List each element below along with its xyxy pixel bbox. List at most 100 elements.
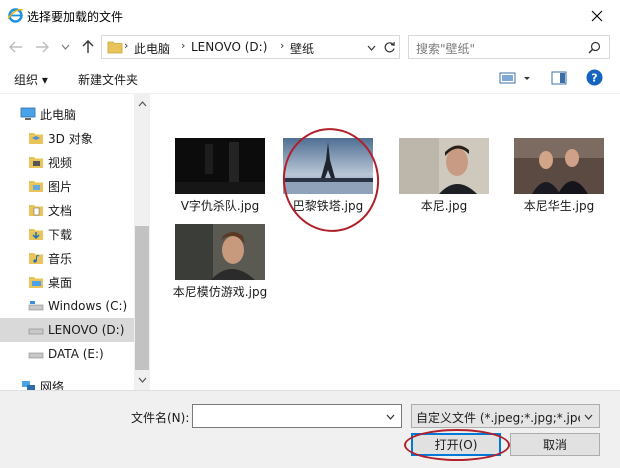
3d-objects-icon (29, 133, 43, 144)
sidebar-item-label: 3D 对象 (48, 131, 93, 146)
sidebar-item-videos[interactable]: 视频 (0, 150, 134, 174)
pictures-folder-icon (29, 181, 43, 192)
navigation-pane-scrollbar[interactable] (134, 94, 150, 390)
sidebar-item-label: 音乐 (48, 251, 73, 266)
sidebar-item-label: 文档 (48, 203, 73, 218)
window-title: 选择要加载的文件 (27, 10, 124, 24)
file-item-eiffel-tower[interactable]: 巴黎铁塔.jpg (276, 138, 380, 214)
file-name: 本尼模仿游戏.jpg (172, 285, 268, 299)
filename-combobox[interactable] (192, 404, 402, 428)
sidebar-item-network[interactable]: 网络 (0, 374, 134, 390)
drive-icon (28, 352, 44, 359)
computer-icon (20, 107, 36, 120)
address-bar[interactable]: › 此电脑 › LENOVO (D:) › 壁纸 (101, 35, 400, 59)
sidebar-item-label: 图片 (48, 179, 73, 194)
filename-label: 文件名(N): (131, 411, 190, 425)
file-name: 本尼华生.jpg (523, 199, 595, 213)
close-button[interactable] (574, 0, 620, 31)
forward-button[interactable] (32, 36, 52, 58)
search-box[interactable]: 搜索"壁纸" (408, 35, 610, 59)
file-item-benny-watson[interactable]: 本尼华生.jpg (507, 138, 611, 214)
up-button[interactable] (78, 36, 98, 58)
drive-icon (28, 328, 44, 335)
image-thumbnail (399, 138, 489, 194)
scroll-up-button[interactable] (134, 96, 150, 112)
image-thumbnail (283, 138, 373, 194)
refresh-icon[interactable] (383, 41, 396, 54)
chevron-down-icon (584, 414, 593, 420)
sidebar-item-label: 网络 (40, 379, 65, 391)
chevron-down-icon (61, 44, 69, 50)
sidebar-item-pictures[interactable]: 图片 (0, 174, 134, 198)
view-options-icon (499, 72, 530, 84)
file-name: 本尼.jpg (420, 199, 468, 213)
command-toolbar: 组织 ▾ 新建文件夹 ? (0, 62, 620, 94)
help-icon: ? (586, 69, 603, 86)
cancel-button-label: 取消 (542, 438, 567, 452)
navigation-bar: › 此电脑 › LENOVO (D:) › 壁纸 搜索"壁纸" (0, 32, 620, 62)
cancel-button[interactable]: 取消 (510, 433, 600, 456)
forward-arrow-icon (36, 41, 49, 53)
file-list: V字仇杀队.jpg 巴黎铁塔.jpg 本尼.jpg 本尼华生.jpg 本尼模仿游… (150, 94, 620, 390)
video-folder-icon (29, 157, 43, 168)
file-item-imitation-game[interactable]: 本尼模仿游戏.jpg (168, 224, 272, 300)
navigation-pane: 此电脑 3D 对象 视频 图片 文档 下载 音乐 桌面 Windows (C:)… (0, 94, 150, 390)
up-arrow-icon (82, 40, 94, 53)
desktop-folder-icon (29, 277, 43, 288)
image-thumbnail (175, 224, 265, 280)
sidebar-item-label: LENOVO (D:) (48, 323, 125, 337)
sidebar-item-label: Windows (C:) (48, 299, 128, 313)
network-icon (22, 381, 35, 390)
breadcrumb-item-this-pc[interactable]: 此电脑 (134, 40, 170, 57)
image-thumbnail (175, 138, 265, 194)
back-button[interactable] (6, 36, 26, 58)
search-icon[interactable] (588, 41, 601, 54)
image-thumbnail (514, 138, 604, 194)
chevron-down-icon (138, 377, 146, 383)
title-bar: 选择要加载的文件 (0, 0, 620, 32)
scroll-down-button[interactable] (134, 372, 150, 388)
dialog-footer: 文件名(N): 自定义文件 (*.jpeg;*.jpg;*.jpe;* 打开(O… (0, 390, 620, 468)
sidebar-item-this-pc[interactable]: 此电脑 (0, 102, 134, 126)
chevron-up-icon (138, 101, 146, 107)
sidebar-item-downloads[interactable]: 下载 (0, 222, 134, 246)
file-type-filter-value: 自定义文件 (*.jpeg;*.jpg;*.jpe;* (416, 411, 580, 425)
file-item-v-for-vendetta[interactable]: V字仇杀队.jpg (168, 138, 272, 214)
sidebar-item-lenovo-d[interactable]: LENOVO (D:) (0, 318, 134, 342)
internet-explorer-icon (7, 8, 24, 23)
folder-icon (107, 41, 123, 54)
sidebar-item-3d-objects[interactable]: 3D 对象 (0, 126, 134, 150)
chevron-down-icon[interactable] (386, 414, 395, 420)
file-type-filter[interactable]: 自定义文件 (*.jpeg;*.jpg;*.jpe;* (411, 404, 600, 428)
open-button[interactable]: 打开(O) (411, 433, 501, 456)
breadcrumb-item-drive[interactable]: LENOVO (D:) (191, 40, 267, 54)
open-button-label: 打开(O) (434, 438, 478, 452)
svg-text:?: ? (591, 72, 597, 85)
help-button[interactable]: ? (586, 69, 603, 86)
scrollbar-thumb[interactable] (135, 226, 149, 370)
filename-input[interactable] (197, 406, 377, 426)
new-folder-button[interactable]: 新建文件夹 (78, 71, 138, 88)
drive-icon (28, 301, 44, 311)
close-icon (591, 10, 603, 21)
sidebar-item-windows-c[interactable]: Windows (C:) (0, 294, 134, 318)
view-options-button[interactable] (498, 70, 534, 86)
file-item-benny[interactable]: 本尼.jpg (392, 138, 496, 214)
sidebar-item-desktop[interactable]: 桌面 (0, 270, 134, 294)
sidebar-item-label: DATA (E:) (48, 347, 104, 361)
sidebar-item-documents[interactable]: 文档 (0, 198, 134, 222)
sidebar-item-label: 此电脑 (40, 107, 77, 122)
recent-locations-button[interactable] (58, 36, 72, 58)
organize-button[interactable]: 组织 ▾ (14, 71, 48, 88)
sidebar-item-label: 视频 (48, 155, 73, 170)
downloads-folder-icon (29, 229, 43, 240)
chevron-down-icon[interactable] (367, 45, 376, 51)
sidebar-item-music[interactable]: 音乐 (0, 246, 134, 270)
breadcrumb-item-folder[interactable]: 壁纸 (290, 40, 314, 57)
preview-pane-button[interactable] (551, 70, 567, 86)
file-name: 巴黎铁塔.jpg (292, 199, 364, 213)
sidebar-item-data-e[interactable]: DATA (E:) (0, 342, 134, 366)
documents-folder-icon (29, 205, 43, 216)
back-arrow-icon (9, 41, 22, 53)
sidebar-item-label: 桌面 (48, 275, 73, 290)
